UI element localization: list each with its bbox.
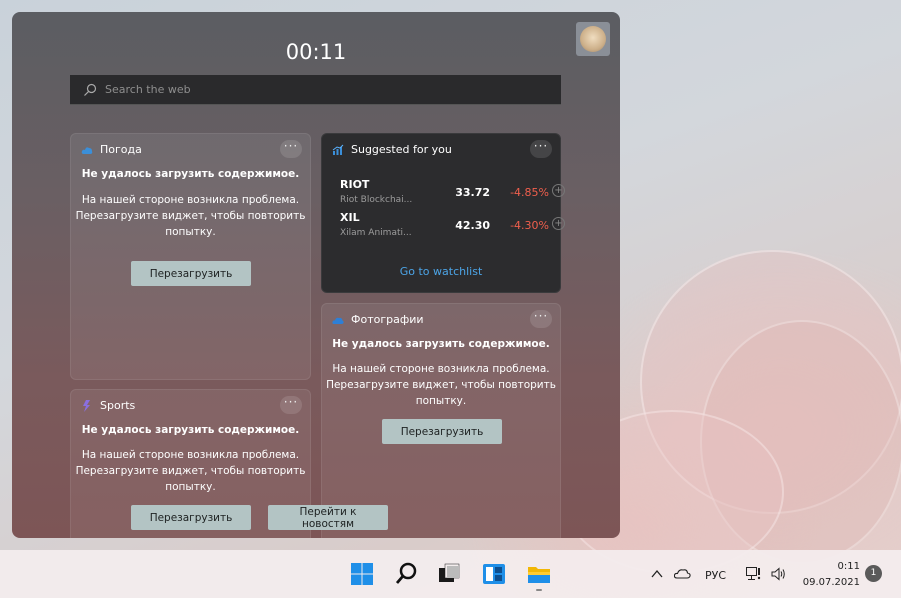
photos-error-line-2: Перезагрузите виджет, чтобы повторить: [326, 379, 556, 391]
add-to-watchlist-icon[interactable]: +: [552, 184, 565, 197]
onedrive-icon[interactable]: [674, 567, 691, 579]
widgets-icon[interactable]: [482, 562, 506, 586]
stock-change: -4.85%: [510, 186, 549, 199]
stock-change: -4.30%: [510, 219, 549, 232]
photos-error-line-3: попытку.: [415, 395, 467, 407]
stocks-widget: Suggested for you ··· RIOT Riot Blockcha…: [321, 133, 565, 293]
photos-title: Фотографии: [351, 313, 424, 326]
stock-name: Riot Blockchai...: [340, 195, 412, 205]
photos-more-button[interactable]: ···: [530, 310, 552, 328]
stock-row[interactable]: XIL Xilam Animati... 42.30 -4.30% +: [340, 211, 565, 245]
photos-error-title: Не удалось загрузить содержимое.: [332, 338, 550, 350]
active-app-indicator: [536, 589, 542, 591]
stocks-chart-icon: [332, 144, 344, 155]
photos-widget: Фотографии ··· Не удалось загрузить соде…: [321, 303, 561, 538]
sports-reload-button[interactable]: Перезагрузить: [131, 505, 251, 530]
stock-symbol: XIL: [340, 211, 360, 224]
photos-error-line-1: На нашей стороне возникла проблема.: [332, 363, 550, 375]
weather-widget: Погода ··· Не удалось загрузить содержим…: [70, 133, 311, 380]
onedrive-cloud-icon: [332, 317, 344, 324]
task-view-icon[interactable]: [438, 562, 462, 586]
notification-badge[interactable]: 1: [865, 565, 882, 582]
network-icon[interactable]: [746, 567, 762, 581]
weather-error-title: Не удалось загрузить содержимое.: [81, 168, 300, 180]
stock-name: Xilam Animati...: [340, 228, 412, 238]
go-to-news-label-1: Перейти к: [299, 505, 357, 518]
search-input[interactable]: [103, 82, 547, 97]
sports-error-line-1: На нашей стороне возникла проблема.: [81, 449, 300, 461]
stocks-more-button[interactable]: ···: [530, 140, 552, 158]
widgets-panel: 00:11 Погода ··· Не удалось загрузить со…: [12, 12, 620, 538]
sports-error-line-2: Перезагрузите виджет, чтобы повторить: [75, 465, 306, 477]
windows-start-icon[interactable]: [350, 562, 374, 586]
sports-title: Sports: [100, 399, 136, 412]
volume-icon[interactable]: [771, 567, 786, 581]
weather-error-line-3: попытку.: [165, 226, 216, 238]
sports-header: Sports: [81, 399, 135, 412]
sports-more-button[interactable]: ···: [280, 396, 302, 414]
file-explorer-icon[interactable]: [527, 562, 551, 586]
stock-price: 42.30: [455, 219, 490, 232]
panel-time: 00:11: [285, 40, 347, 64]
weather-cloud-icon: [81, 146, 93, 154]
language-indicator[interactable]: РУС: [705, 569, 726, 582]
clock-time[interactable]: 0:11: [832, 561, 860, 572]
stocks-title: Suggested for you: [351, 143, 452, 156]
sports-error-title: Не удалось загрузить содержимое.: [81, 424, 300, 436]
sports-widget: Sports ··· Не удалось загрузить содержим…: [70, 389, 388, 538]
stock-symbol: RIOT: [340, 178, 370, 191]
stock-row[interactable]: RIOT Riot Blockchai... 33.72 -4.85% +: [340, 178, 565, 212]
weather-reload-button[interactable]: Перезагрузить: [131, 261, 251, 286]
weather-error-line-2: Перезагрузите виджет, чтобы повторить: [75, 210, 306, 222]
go-to-news-label-2: новостям: [301, 517, 355, 530]
weather-error-line-1: На нашей стороне возникла проблема.: [81, 194, 300, 206]
search-icon: [84, 83, 97, 96]
photos-reload-button[interactable]: Перезагрузить: [382, 419, 502, 444]
taskbar: РУС: [0, 550, 901, 598]
go-to-news-button[interactable]: Перейти к новостям: [268, 505, 388, 530]
sports-error-line-3: попытку.: [165, 481, 216, 493]
weather-header: Погода: [81, 143, 142, 156]
search-bar[interactable]: [70, 75, 561, 105]
search-icon[interactable]: [395, 562, 419, 586]
avatar-image: [580, 26, 606, 52]
stock-price: 33.72: [455, 186, 490, 199]
stocks-header: Suggested for you: [332, 143, 452, 156]
weather-more-button[interactable]: ···: [280, 140, 302, 158]
sports-icon: [83, 399, 90, 412]
chevron-up-icon[interactable]: [651, 569, 663, 579]
weather-title: Погода: [100, 143, 142, 156]
go-to-watchlist-link[interactable]: Go to watchlist: [322, 265, 560, 278]
photos-header: Фотографии: [332, 313, 424, 326]
clock-date[interactable]: 09.07.2021: [798, 577, 860, 588]
add-to-watchlist-icon[interactable]: +: [552, 217, 565, 230]
avatar[interactable]: [576, 22, 610, 56]
